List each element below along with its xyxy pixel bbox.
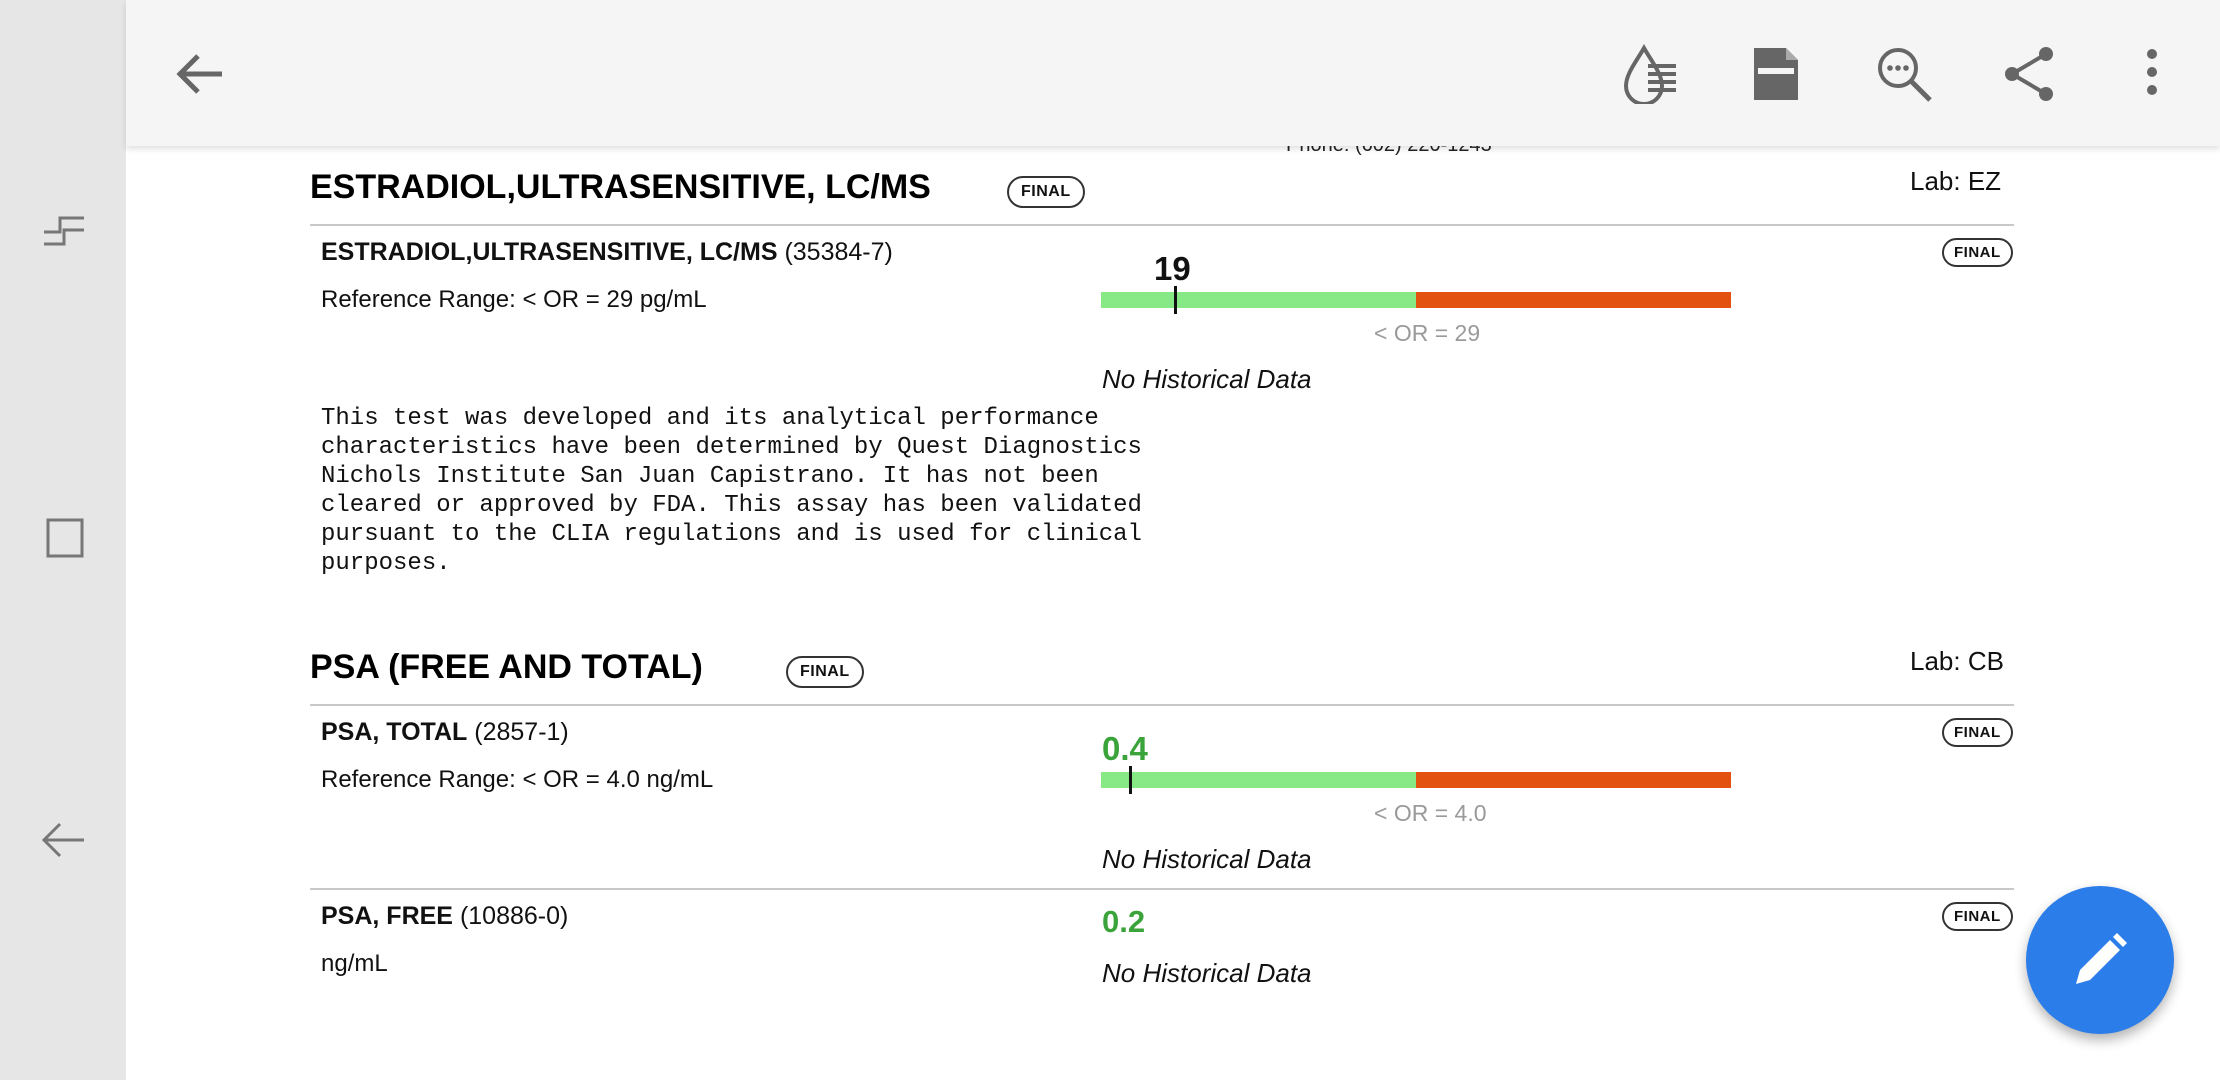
- section-divider: [310, 224, 2014, 226]
- more-vert-icon[interactable]: [2122, 44, 2182, 104]
- back-icon[interactable]: [40, 816, 88, 864]
- edit-pencil-icon: [2076, 933, 2127, 984]
- test-status-badge: FINAL: [1942, 902, 2013, 931]
- range-bar: [1101, 766, 1731, 794]
- normal-range-segment: [1101, 292, 1416, 308]
- reference-range: Reference Range: < OR = 29 pg/mL: [321, 286, 707, 313]
- test-name-estradiol: ESTRADIOL,ULTRASENSITIVE, LC/MS (35384-7…: [321, 238, 893, 266]
- section-title-psa: PSA (FREE AND TOTAL): [310, 648, 703, 686]
- edit-fab-button[interactable]: [2026, 886, 2174, 1034]
- test-divider: [310, 888, 2014, 890]
- test-name-psa-free: PSA, FREE (10886-0): [321, 902, 569, 930]
- range-bar-label: < OR = 4.0: [1374, 800, 1487, 826]
- section-status-badge: FINAL: [1007, 176, 1085, 208]
- search-more-icon[interactable]: [1874, 44, 1934, 104]
- section-divider: [310, 704, 2014, 706]
- home-icon[interactable]: [40, 514, 88, 562]
- document-icon[interactable]: [1746, 44, 1806, 104]
- section-title-estradiol: ESTRADIOL,ULTRASENSITIVE, LC/MS: [310, 168, 931, 206]
- abnormal-range-segment: [1416, 292, 1731, 308]
- result-marker: [1129, 766, 1132, 794]
- test-note: This test was developed and its analytic…: [321, 405, 1142, 577]
- reference-range: ng/mL: [321, 950, 388, 977]
- result-value: 0.2: [1102, 904, 1146, 939]
- report-document: Phone: (602) 220-1243 ESTRADIOL,ULTRASEN…: [126, 146, 2220, 1074]
- system-nav-bar: [0, 0, 126, 1080]
- no-historical-data: No Historical Data: [1102, 364, 1312, 394]
- back-arrow-icon[interactable]: [170, 44, 230, 104]
- reference-range: Reference Range: < OR = 4.0 ng/mL: [321, 766, 714, 793]
- section-status-badge: FINAL: [786, 656, 864, 688]
- no-historical-data: No Historical Data: [1102, 844, 1312, 874]
- result-value: 19: [1154, 250, 1191, 287]
- share-icon[interactable]: [2000, 44, 2060, 104]
- result-marker: [1174, 286, 1177, 314]
- no-historical-data: No Historical Data: [1102, 958, 1312, 988]
- water-drop-list-icon[interactable]: [1618, 43, 1678, 106]
- phone-number-fragment: Phone: (602) 220-1243: [1286, 146, 1492, 157]
- test-status-badge: FINAL: [1942, 238, 2013, 267]
- normal-range-segment: [1101, 772, 1416, 788]
- app-bar: [126, 0, 2220, 146]
- test-status-badge: FINAL: [1942, 718, 2013, 747]
- lab-code: Lab: EZ: [1910, 166, 2002, 196]
- result-value: 0.4: [1102, 730, 1148, 767]
- range-bar: [1101, 286, 1731, 314]
- lab-code: Lab: CB: [1910, 646, 2004, 676]
- range-bar-label: < OR = 29: [1374, 320, 1481, 346]
- abnormal-range-segment: [1416, 772, 1731, 788]
- test-name-psa-total: PSA, TOTAL (2857-1): [321, 718, 569, 746]
- recents-icon[interactable]: [40, 208, 88, 256]
